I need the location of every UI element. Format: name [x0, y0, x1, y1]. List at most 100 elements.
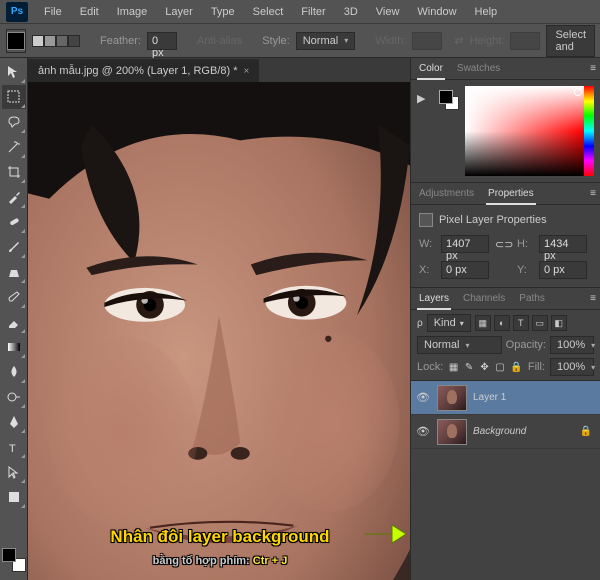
- panel-menu-icon[interactable]: ≡: [590, 188, 596, 199]
- current-tool-preset[interactable]: [6, 29, 26, 53]
- menu-filter[interactable]: Filter: [293, 2, 333, 22]
- opacity-input[interactable]: 100%: [550, 336, 594, 354]
- w-label: W:: [419, 238, 435, 250]
- panel-menu-icon[interactable]: ≡: [590, 63, 596, 74]
- layer-name[interactable]: Layer 1: [473, 392, 596, 403]
- visibility-icon[interactable]: 👁: [415, 391, 431, 404]
- tool-magic-wand[interactable]: [2, 135, 26, 159]
- close-icon[interactable]: ×: [244, 66, 250, 77]
- tool-path[interactable]: [2, 460, 26, 484]
- tool-healing[interactable]: [2, 210, 26, 234]
- layers-panel: Layers Channels Paths ≡ ρ Kind▾ ▦ ◐ T ▭ …: [411, 288, 600, 580]
- tool-history-brush[interactable]: [2, 285, 26, 309]
- hue-slider[interactable]: [584, 86, 594, 176]
- link-icon[interactable]: ⊂⊃: [495, 238, 511, 251]
- menu-edit[interactable]: Edit: [72, 2, 107, 22]
- color-picker[interactable]: [465, 86, 594, 176]
- filter-adjust-icon[interactable]: ◐: [494, 315, 510, 331]
- h-input[interactable]: 1434 px: [539, 235, 587, 253]
- layer-filter-kind[interactable]: Kind▾: [427, 314, 471, 332]
- tool-crop[interactable]: [2, 160, 26, 184]
- document-tab-title: ảnh mẫu.jpg @ 200% (Layer 1, RGB/8) *: [38, 65, 238, 77]
- options-bar: Feather: 0 px Anti-alias Style: Normal W…: [0, 24, 600, 58]
- lock-all-icon[interactable]: 🔒: [510, 360, 522, 374]
- layer-item[interactable]: 👁 Layer 1: [411, 381, 600, 415]
- panel-menu-icon[interactable]: ≡: [590, 293, 596, 304]
- tab-adjustments[interactable]: Adjustments: [417, 184, 476, 203]
- blend-mode-select[interactable]: Normal: [417, 336, 502, 354]
- layer-list: 👁 Layer 1 👁 Background 🔒: [411, 381, 600, 580]
- menu-window[interactable]: Window: [409, 2, 464, 22]
- antialias-label: Anti-alias: [197, 35, 242, 47]
- tool-marquee[interactable]: [2, 85, 26, 109]
- menu-3d[interactable]: 3D: [336, 2, 366, 22]
- feather-label: Feather:: [100, 35, 141, 47]
- menu-help[interactable]: Help: [467, 2, 506, 22]
- document-tab[interactable]: ảnh mẫu.jpg @ 200% (Layer 1, RGB/8) * ×: [28, 59, 259, 82]
- marquee-mode-icons[interactable]: [32, 35, 80, 47]
- canvas[interactable]: [28, 82, 410, 580]
- tool-gradient[interactable]: [2, 335, 26, 359]
- width-label: Width:: [375, 35, 406, 47]
- height-input: [510, 32, 540, 50]
- w-input[interactable]: 1407 px: [441, 235, 489, 253]
- lock-image-icon[interactable]: ✎: [464, 360, 475, 374]
- lock-position-icon[interactable]: ✥: [479, 360, 490, 374]
- filter-pixel-icon[interactable]: ▦: [475, 315, 491, 331]
- tab-color[interactable]: Color: [417, 59, 445, 80]
- menu-file[interactable]: File: [36, 2, 70, 22]
- tab-properties[interactable]: Properties: [486, 184, 536, 205]
- y-input[interactable]: 0 px: [539, 261, 587, 279]
- foreground-background-swatch[interactable]: [2, 548, 26, 572]
- tool-move[interactable]: [2, 60, 26, 84]
- svg-text:T: T: [9, 443, 16, 455]
- menu-type[interactable]: Type: [203, 2, 243, 22]
- visibility-icon[interactable]: 👁: [415, 425, 431, 438]
- tool-pen[interactable]: [2, 410, 26, 434]
- filter-shape-icon[interactable]: ▭: [532, 315, 548, 331]
- x-input[interactable]: 0 px: [441, 261, 489, 279]
- tab-layers[interactable]: Layers: [417, 289, 451, 310]
- menu-layer[interactable]: Layer: [157, 2, 201, 22]
- color-swatches[interactable]: [439, 90, 459, 110]
- fill-label: Fill:: [528, 361, 545, 373]
- lock-artboard-icon[interactable]: ▢: [495, 360, 506, 374]
- filter-type-icon[interactable]: T: [513, 315, 529, 331]
- style-select[interactable]: Normal: [296, 32, 355, 50]
- style-label: Style:: [262, 35, 290, 47]
- tool-dodge[interactable]: [2, 385, 26, 409]
- select-and-mask-button[interactable]: Select and: [546, 25, 595, 57]
- document-area: ảnh mẫu.jpg @ 200% (Layer 1, RGB/8) * ×: [28, 58, 410, 580]
- lock-transparency-icon[interactable]: ▦: [448, 360, 459, 374]
- tool-eyedropper[interactable]: [2, 185, 26, 209]
- layer-thumbnail[interactable]: [437, 385, 467, 411]
- tool-type[interactable]: T: [2, 435, 26, 459]
- filter-smart-icon[interactable]: ◧: [551, 315, 567, 331]
- panels-dock: Color Swatches ≡ ▶ Adjustments Propertie…: [410, 58, 600, 580]
- tool-blur[interactable]: [2, 360, 26, 384]
- width-input: [412, 32, 442, 50]
- lock-label: Lock:: [417, 361, 443, 373]
- layer-name[interactable]: Background: [473, 426, 574, 437]
- tool-eraser[interactable]: [2, 310, 26, 334]
- tool-brush[interactable]: [2, 235, 26, 259]
- layer-item[interactable]: 👁 Background 🔒: [411, 415, 600, 449]
- pixel-layer-icon: [419, 213, 433, 227]
- tool-lasso[interactable]: [2, 110, 26, 134]
- properties-title: Pixel Layer Properties: [439, 214, 547, 226]
- menu-view[interactable]: View: [368, 2, 408, 22]
- tab-swatches[interactable]: Swatches: [455, 59, 502, 78]
- fill-input[interactable]: 100%: [550, 358, 594, 376]
- collapse-icon[interactable]: ▶: [417, 92, 431, 105]
- opacity-label: Opacity:: [506, 339, 546, 351]
- tab-channels[interactable]: Channels: [461, 289, 507, 308]
- feather-input[interactable]: 0 px: [147, 32, 177, 50]
- menu-image[interactable]: Image: [109, 2, 156, 22]
- tool-clone[interactable]: [2, 260, 26, 284]
- layer-thumbnail[interactable]: [437, 419, 467, 445]
- menu-select[interactable]: Select: [245, 2, 292, 22]
- tab-paths[interactable]: Paths: [517, 289, 547, 308]
- h-label: H:: [517, 238, 533, 250]
- y-label: Y:: [517, 264, 533, 276]
- tool-shape[interactable]: [2, 485, 26, 509]
